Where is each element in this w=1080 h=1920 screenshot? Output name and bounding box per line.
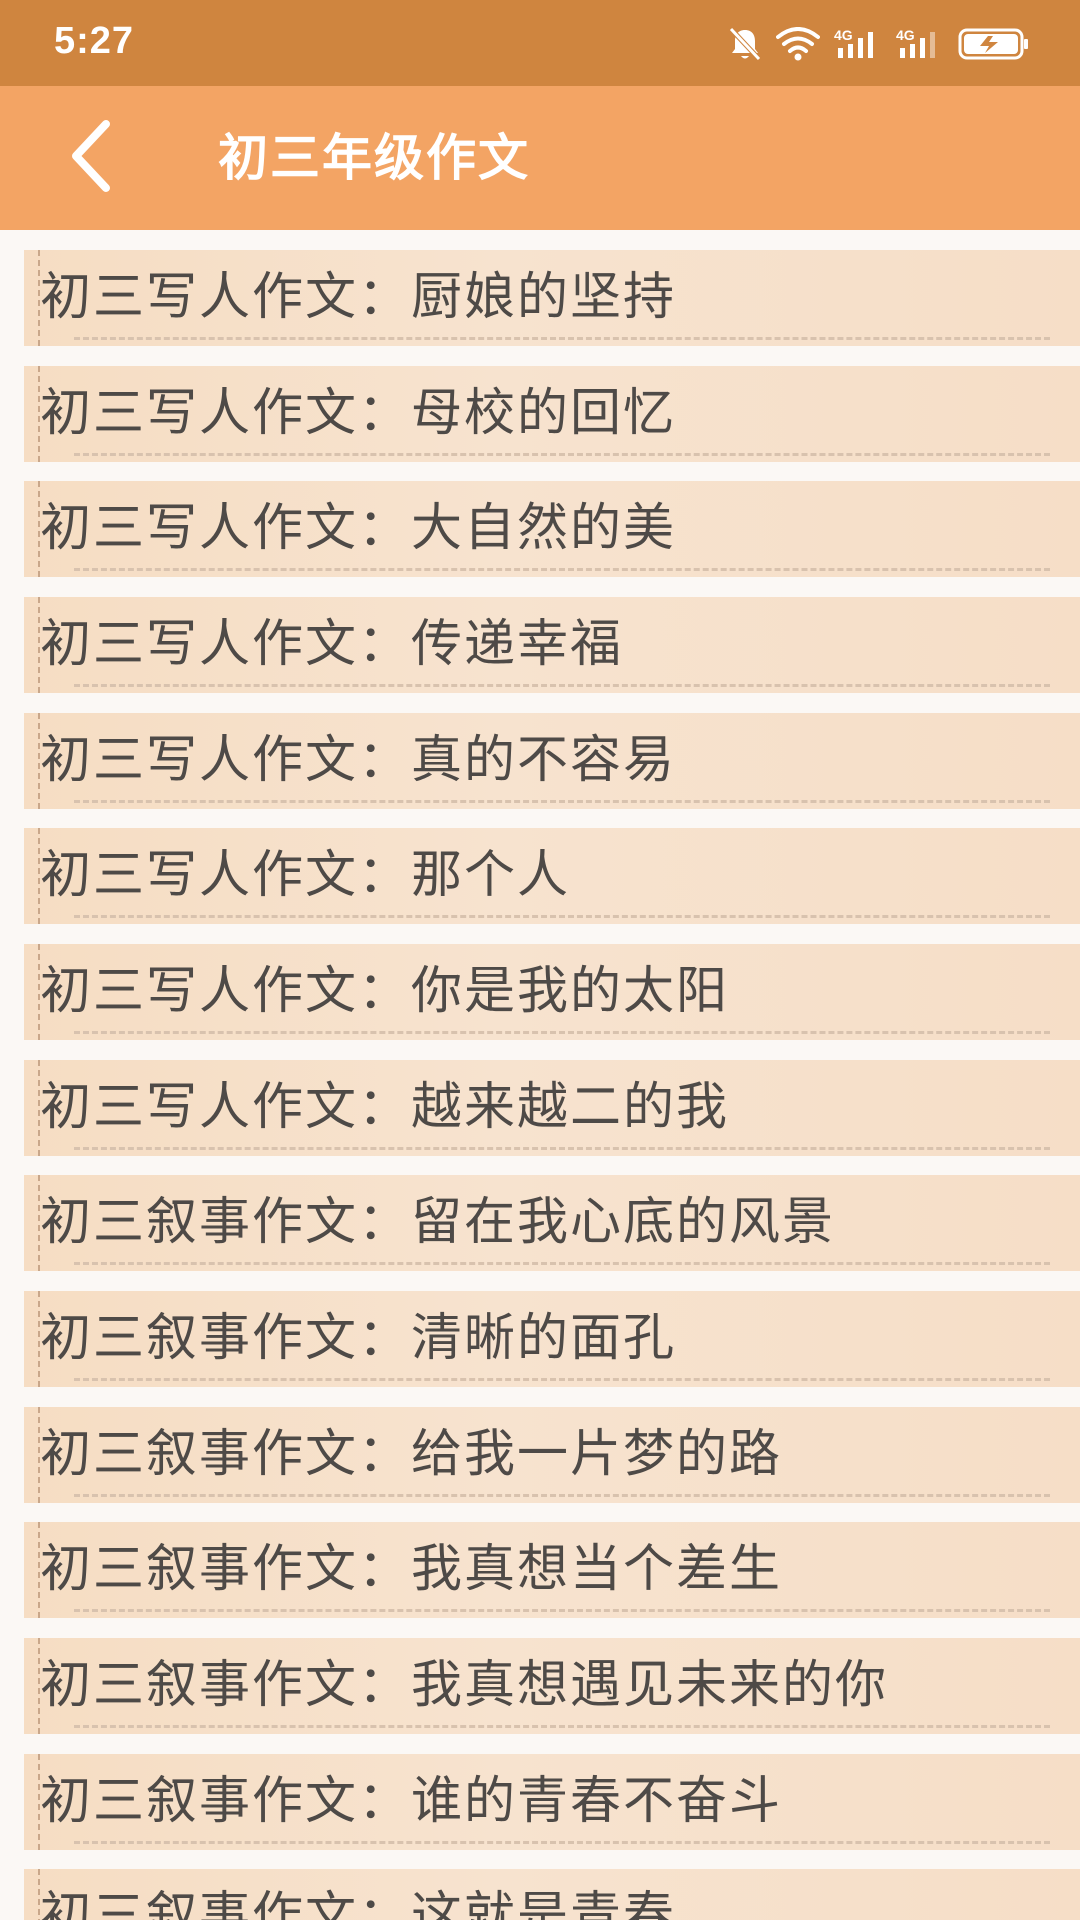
signal-4g-icon: 4G [834,22,882,66]
dashed-underline [74,1609,1050,1612]
dashed-underline [74,1494,1050,1497]
status-bar: 5:27 4G 4G [0,0,1080,86]
dashed-underline [74,337,1050,340]
dashed-underline [74,915,1050,918]
list-item[interactable]: 初三叙事作文：谁的青春不奋斗 [24,1754,1080,1850]
chevron-left-icon [62,118,122,198]
list-item-label: 初三写人作文：那个人 [40,846,571,905]
list-item[interactable]: 初三写人作文：那个人 [24,828,1080,924]
list-item[interactable]: 初三叙事作文：我真想遇见未来的你 [24,1638,1080,1734]
list-item[interactable]: 初三叙事作文：给我一片梦的路 [24,1407,1080,1503]
page-title: 初三年级作文 [218,129,530,187]
list-item-label: 初三叙事作文：留在我心底的风景 [40,1193,836,1252]
list-item-label: 初三叙事作文：清晰的面孔 [40,1309,677,1368]
list-item-label: 初三叙事作文：我真想遇见未来的你 [40,1656,889,1715]
dashed-underline [74,800,1050,803]
list-item[interactable]: 初三叙事作文：留在我心底的风景 [24,1175,1080,1271]
list-item[interactable]: 初三写人作文：越来越二的我 [24,1060,1080,1156]
article-list[interactable]: 初三写人作文：厨娘的坚持 初三写人作文：母校的回忆 初三写人作文：大自然的美 初… [0,230,1080,1920]
list-item-label: 初三写人作文：大自然的美 [40,499,677,558]
dashed-underline [74,1147,1050,1150]
dashed-underline [74,684,1050,687]
list-item-label: 初三写人作文：真的不容易 [40,731,677,790]
list-item-label: 初三写人作文：厨娘的坚持 [40,268,677,327]
dashed-underline [74,1841,1050,1844]
list-item[interactable]: 初三叙事作文：这就是青春 [24,1869,1080,1920]
list-item-label: 初三写人作文：母校的回忆 [40,384,677,443]
list-item-label: 初三叙事作文：谁的青春不奋斗 [40,1772,783,1831]
list-item-label: 初三写人作文：越来越二的我 [40,1078,730,1137]
dashed-underline [74,1031,1050,1034]
dashed-underline [74,453,1050,456]
list-item-label: 初三写人作文：传递幸福 [40,615,624,674]
dashed-underline [74,1378,1050,1381]
app-bar: 初三年级作文 [0,86,1080,230]
list-item[interactable]: 初三写人作文：大自然的美 [24,481,1080,577]
status-icons: 4G 4G [728,22,1030,66]
list-item-label: 初三写人作文：你是我的太阳 [40,962,730,1021]
list-item-label: 初三叙事作文：给我一片梦的路 [40,1425,783,1484]
list-item[interactable]: 初三叙事作文：我真想当个差生 [24,1522,1080,1618]
dashed-underline [74,1725,1050,1728]
battery-charging-icon [958,22,1030,66]
dashed-underline [74,1262,1050,1265]
wifi-icon [776,22,820,66]
list-item[interactable]: 初三写人作文：厨娘的坚持 [24,250,1080,346]
list-item-label: 初三叙事作文：我真想当个差生 [40,1540,783,1599]
back-button[interactable] [48,114,136,202]
signal-4g-icon: 4G [896,22,944,66]
bell-muted-icon [728,22,762,66]
list-item[interactable]: 初三写人作文：母校的回忆 [24,366,1080,462]
list-item[interactable]: 初三写人作文：传递幸福 [24,597,1080,693]
network-label-1: 4G [834,27,853,43]
dashed-underline [74,568,1050,571]
network-label-2: 4G [896,27,915,43]
status-time: 5:27 [54,20,135,62]
list-item[interactable]: 初三写人作文：真的不容易 [24,713,1080,809]
list-item[interactable]: 初三写人作文：你是我的太阳 [24,944,1080,1040]
list-item[interactable]: 初三叙事作文：清晰的面孔 [24,1291,1080,1387]
list-item-label: 初三叙事作文：这就是青春 [40,1887,677,1920]
